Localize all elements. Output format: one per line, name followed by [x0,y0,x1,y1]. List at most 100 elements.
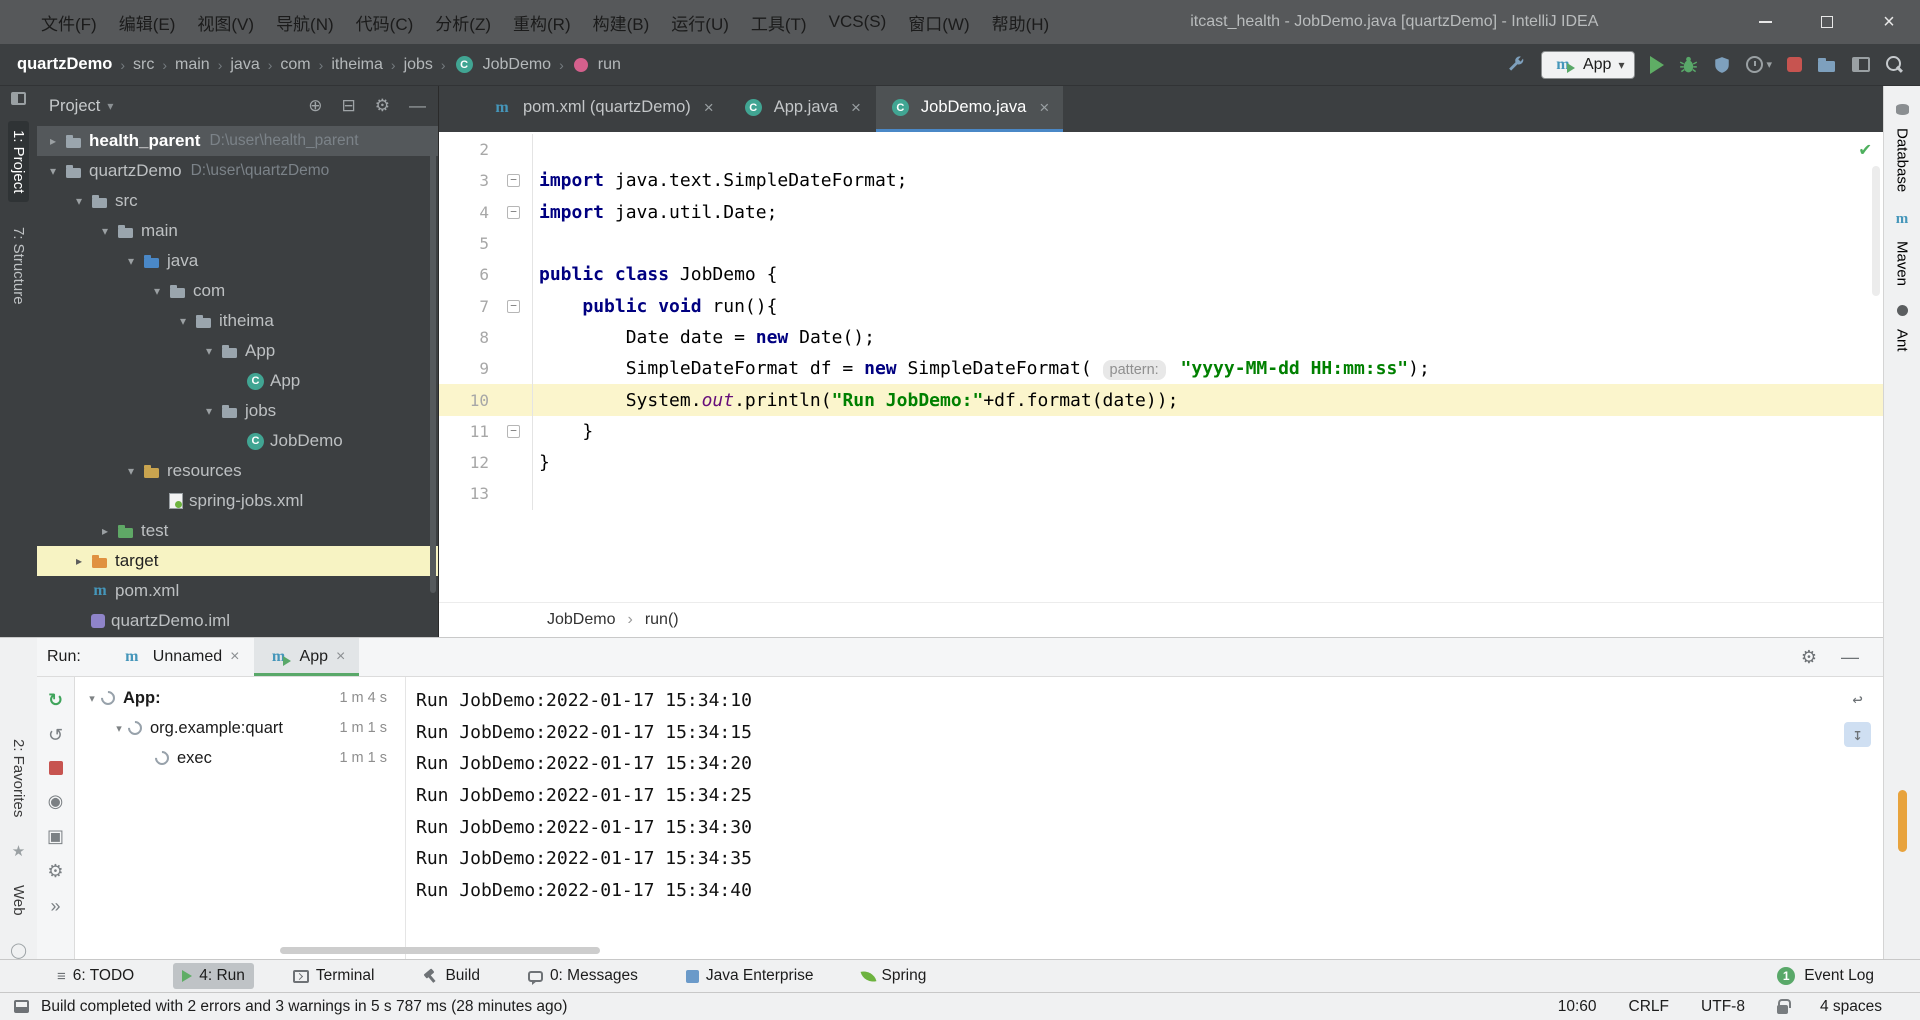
project-tree-item[interactable]: ▾ src [37,186,438,216]
toolwindow-button-6-todo[interactable]: ≡ 6: TODO [48,963,143,989]
close-icon[interactable]: × [336,648,345,666]
project-scrollbar[interactable] [430,138,436,593]
toolwindow-toggle-icon[interactable] [14,1000,29,1013]
breadcrumb-item[interactable]: jobs [401,56,436,74]
breadcrumb-item[interactable]: C JobDemo [451,56,554,74]
maximize-button[interactable] [1796,0,1858,44]
editor-code-area[interactable]: 2 3− import java.text.SimpleDateFormat; 4− i… [439,132,1883,602]
breadcrumb-item[interactable]: itheima [328,56,386,74]
breadcrumb-item[interactable]: run [569,56,624,74]
expand-arrow-icon[interactable]: ▾ [121,464,141,478]
expand-arrow-icon[interactable]: ▾ [173,314,193,328]
toolwindow-button-spring[interactable]: Spring [853,963,936,989]
status-item[interactable]: 4 spaces [1820,998,1882,1016]
stop-button[interactable] [1787,57,1802,72]
expand-arrow-icon[interactable]: ▾ [69,194,89,208]
toolwindow-stripe-database[interactable]: Database [1892,104,1913,201]
menu-item-11[interactable]: 窗口(W) [897,10,980,35]
hide-panel-icon[interactable]: — [409,96,426,116]
breadcrumb-method[interactable]: run() [645,611,679,629]
hide-panel-icon[interactable]: — [1841,647,1859,668]
run-config-selector[interactable]: m App ▾ [1540,50,1636,79]
menu-item-2[interactable]: 视图(V) [186,10,265,35]
menu-item-3[interactable]: 导航(N) [265,10,345,35]
menu-item-5[interactable]: 分析(Z) [424,10,502,35]
status-item[interactable]: 10:60 [1558,998,1597,1016]
expand-arrow-icon[interactable]: ▾ [95,224,115,238]
project-tree-item[interactable]: ▾ resources [37,456,438,486]
toolwindow-stripe-1-project[interactable]: 1: Project [8,121,29,203]
project-panel-title[interactable]: Project [49,97,100,116]
expand-arrow-icon[interactable]: ▾ [199,404,219,418]
open-folder-icon[interactable] [1817,56,1837,73]
fold-toggle-icon[interactable]: − [507,424,520,438]
menu-item-0[interactable]: 文件(F) [30,10,108,35]
expand-arrow-icon[interactable]: ▾ [121,254,141,268]
project-tree-item[interactable]: ▾ App [37,336,438,366]
menu-item-1[interactable]: 编辑(E) [108,10,187,35]
snapshot-icon[interactable]: ▣ [47,827,64,845]
expand-arrow-icon[interactable]: ▾ [147,284,167,298]
toolwindow-button-java-enterprise[interactable]: Java Enterprise [677,963,823,989]
rerun-icon[interactable]: ↻ [48,691,63,709]
breadcrumb-item[interactable]: quartzDemo [14,55,115,74]
collapse-all-icon[interactable]: ⊟ [342,96,356,116]
minimize-button[interactable] [1734,0,1796,44]
run-tree-item[interactable]: ▾ App: 1 m 4 s [75,683,405,713]
run-tree-item[interactable]: exec 1 m 1 s [75,743,405,773]
expand-arrow-icon[interactable]: ▸ [69,554,89,568]
menu-item-4[interactable]: 代码(C) [345,10,425,35]
inspections-ok-icon[interactable]: ✔ [1860,138,1871,160]
menu-item-8[interactable]: 运行(U) [660,10,740,35]
toolwindow-button-0-messages[interactable]: 0: Messages [519,963,647,989]
expand-arrow-icon[interactable]: ▸ [95,524,115,538]
more-options-icon[interactable]: » [50,897,60,915]
run-tab-unnamed[interactable]: m Unnamed × [107,638,254,676]
project-tree-item[interactable]: ▸ test [37,516,438,546]
menu-item-10[interactable]: VCS(S) [818,12,898,32]
editor-tab-App-java[interactable]: C App.java × [729,86,875,132]
search-everywhere-icon[interactable] [1885,55,1904,74]
project-tree-item[interactable]: C JobDemo [37,426,438,456]
toolwindow-stripe-maven[interactable]: m Maven [1892,211,1913,295]
toolwindow-stripe-7-structure[interactable]: 7: Structure [8,218,29,314]
show-passed-icon[interactable]: ◉ [48,792,64,810]
close-icon[interactable]: × [230,648,239,666]
breadcrumb-class[interactable]: JobDemo [547,611,615,629]
toolwindow-button-build[interactable]: Build [413,963,488,989]
breadcrumb-item[interactable]: com [277,56,313,74]
fold-toggle-icon[interactable]: − [507,174,520,188]
editor-scrollbar[interactable] [1872,166,1880,296]
toolwindow-icon[interactable] [11,92,26,105]
expand-arrow-icon[interactable]: ▾ [83,692,101,705]
coverage-button[interactable] [1713,56,1731,74]
fold-toggle-icon[interactable]: − [507,205,520,219]
restore-layout-icon[interactable] [1852,57,1870,72]
status-item[interactable]: CRLF [1629,998,1669,1016]
breadcrumb-item[interactable]: src [130,56,157,74]
maven-settings-icon[interactable]: ⚙ [47,862,63,880]
expand-arrow-icon[interactable]: ▾ [43,164,63,178]
project-tree-item[interactable]: quartzDemo.iml [37,606,438,636]
toolwindow-stripe-ant[interactable]: Ant [1892,305,1913,361]
project-tree-item[interactable]: ▾ jobs [37,396,438,426]
menu-item-12[interactable]: 帮助(H) [981,10,1061,35]
stop-icon[interactable] [48,761,63,775]
fold-toggle-icon[interactable]: − [507,299,520,313]
project-tree-item[interactable]: ▸ health_parent D:\user\health_parent [37,126,438,156]
project-tree-item[interactable]: C App [37,366,438,396]
project-tree-item[interactable]: ▾ main [37,216,438,246]
toolwindow-button-4-run[interactable]: 4: Run [173,963,254,989]
expand-arrow-icon[interactable]: ▾ [110,722,128,735]
editor-tab-pom-xml-quartzDemo-[interactable]: m pom.xml (quartzDemo) × [477,86,728,132]
toolwindow-stripe-web[interactable]: Web [8,876,29,925]
profiler-button[interactable]: ▾ [1746,56,1772,73]
project-tree-item[interactable]: spring-jobs.xml [37,486,438,516]
expand-arrow-icon[interactable]: ▸ [43,134,63,148]
soft-wrap-icon[interactable]: ↩ [1844,687,1871,712]
menu-item-6[interactable]: 重构(R) [502,10,582,35]
horizontal-scrollbar[interactable] [280,947,600,954]
menu-item-7[interactable]: 构建(B) [582,10,661,35]
toolwindow-stripe-2-favorites[interactable]: 2: Favorites [8,730,29,826]
expand-arrow-icon[interactable]: ▾ [199,344,219,358]
